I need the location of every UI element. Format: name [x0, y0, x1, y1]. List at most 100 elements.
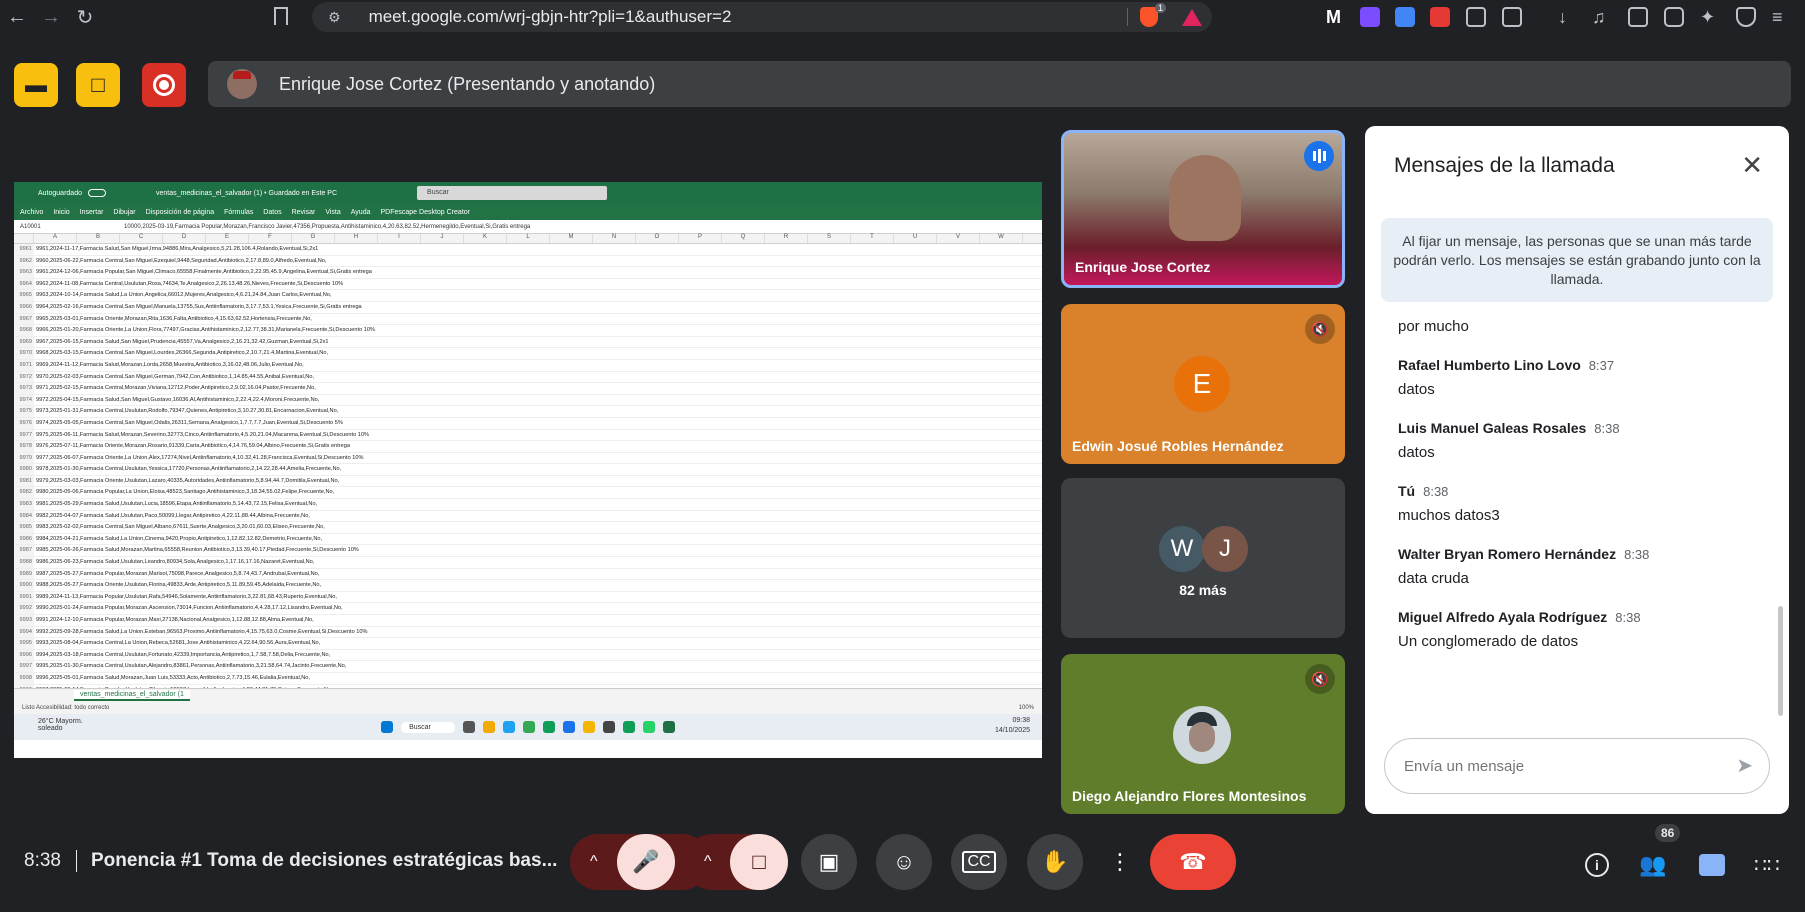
excel-menu-2: Insertar [79, 208, 104, 216]
mic-toggle-button[interactable]: 🎤 [617, 834, 675, 890]
table-row[interactable]: 9993 9991,2024-12-10,Farmacia Popular,Mor… [14, 615, 1042, 627]
more-options-button[interactable]: ⋮ [1104, 834, 1136, 890]
excel-status-bar: Listo Accesibilidad: todo correcto 100% [14, 702, 1042, 714]
participant-tile-diego[interactable]: 🔇 Diego Alejandro Flores Montesinos [1061, 654, 1345, 814]
table-row[interactable]: 9983 9981,2025-05-29,Farmacia Salud,Usulu… [14, 499, 1042, 511]
captions-button[interactable]: CC [951, 834, 1007, 890]
vpn-icon[interactable] [1736, 7, 1756, 27]
menu-icon[interactable]: ≡ [1772, 7, 1792, 27]
camera-toggle-button[interactable]: □ [730, 834, 788, 890]
present-screen-button[interactable]: ▣ [801, 834, 857, 890]
table-row[interactable]: 9981 9979,2025-03-03,Farmacia Oriente,Usu… [14, 475, 1042, 488]
excel-column-header: D [163, 234, 206, 243]
table-row[interactable]: 9987 9985,2025-06-26,Farmacia Salud,Moraz… [14, 545, 1042, 558]
table-row[interactable]: 9984 9982,2025-04-07,Farmacia Salud,Usulu… [14, 510, 1042, 523]
reader-icon[interactable] [1502, 7, 1522, 27]
extension-icon-translate[interactable] [1395, 7, 1415, 27]
table-row[interactable]: 9961 9961,2024-11-17,Farmacia Salud,San M… [14, 244, 1042, 256]
leo-ai-icon[interactable]: ✦ [1700, 7, 1720, 27]
presenter-bar: Enrique Jose Cortez (Presentando y anota… [208, 61, 1791, 107]
forward-icon[interactable]: → [34, 0, 68, 34]
people-button[interactable]: 👥 [1638, 850, 1668, 880]
table-row[interactable]: 9988 9986,2025-06-23,Farmacia Salud,Usulu… [14, 557, 1042, 569]
download-icon[interactable]: ↓ [1558, 7, 1578, 27]
address-bar[interactable]: ⚙ meet.google.com/wrj-gbjn-htr?pli=1&aut… [312, 2, 1212, 32]
windows-taskbar: 26°C Mayorm. soleado Buscar 09:38 14/10/… [14, 714, 1042, 740]
table-row[interactable]: 9964 9962,2024-11-08,Farmacia Central,Usu… [14, 278, 1042, 291]
table-row[interactable]: 9963 9961,2024-12-06,Farmacia Popular,San… [14, 267, 1042, 279]
avatar-initial: W [1170, 535, 1194, 562]
row-cell: 9966,2025-01-20,Farmacia Oriente,La Unio… [36, 327, 375, 334]
row-number: 9972 [14, 371, 34, 383]
table-row[interactable]: 9974 9972,2025-04-15,Farmacia Salud,San M… [14, 394, 1042, 407]
table-row[interactable]: 9989 9987,2025-05-27,Farmacia Popular,Mor… [14, 568, 1042, 581]
url-text[interactable]: meet.google.com/wrj-gbjn-htr?pli=1&authu… [369, 7, 732, 27]
table-row[interactable]: 9990 9988,2025-05-27,Farmacia Oriente,Usu… [14, 580, 1042, 592]
annotation-toolbar-button[interactable]: □ [76, 63, 120, 107]
music-icon[interactable]: ♫ [1592, 7, 1612, 27]
meeting-clock: 8:38 [24, 850, 61, 871]
stop-annotation-button[interactable]: ▬ [14, 63, 58, 107]
extension-icon-purple[interactable] [1360, 7, 1380, 27]
table-row[interactable]: 9979 9977,2025-06-07,Farmacia Oriente,La … [14, 452, 1042, 465]
table-row[interactable]: 9972 9970,2025-02-03,Farmacia Central,San… [14, 371, 1042, 384]
table-row[interactable]: 9968 9966,2025-01-20,Farmacia Oriente,La … [14, 325, 1042, 337]
site-settings-icon[interactable]: ⚙ [328, 9, 341, 26]
table-row[interactable]: 9986 9984,2025-04-21,Farmacia Salud,La Un… [14, 533, 1042, 546]
chat-scrollbar[interactable] [1778, 606, 1783, 716]
table-row[interactable]: 9976 9974,2025-05-05,Farmacia Central,San… [14, 417, 1042, 430]
reload-icon[interactable]: ↻ [68, 0, 102, 34]
table-row[interactable]: 9998 9996,2025-05-01,Farmacia Salud,Moraz… [14, 672, 1042, 685]
extension-icon-m[interactable]: M [1326, 7, 1346, 27]
recording-button[interactable] [142, 63, 186, 107]
table-row[interactable]: 9991 9989,2024-11-13,Farmacia Popular,Usu… [14, 591, 1042, 604]
table-row[interactable]: 9967 9965,2025-03-01,Farmacia Oriente,Mor… [14, 313, 1042, 326]
back-icon[interactable]: ← [0, 0, 34, 34]
meeting-info-button[interactable]: i [1582, 850, 1612, 880]
table-row[interactable]: 9980 9978,2025-01-30,Farmacia Central,Usu… [14, 464, 1042, 476]
row-cell: 9974,2025-05-05,Farmacia Central,San Mig… [36, 419, 343, 426]
table-row[interactable]: 9996 9994,2025-03-18,Farmacia Central,Usu… [14, 649, 1042, 662]
row-number: 9988 [14, 557, 34, 568]
activities-button[interactable]: ∷∷ [1752, 850, 1782, 880]
taskbar-app-icon [622, 721, 635, 733]
table-row[interactable]: 9977 9975,2025-06-11,Farmacia Salud,Moraz… [14, 429, 1042, 442]
table-row[interactable]: 9978 9976,2025-07-11,Farmacia Oriente,Mor… [14, 441, 1042, 453]
table-row[interactable]: 9962 9960,2025-06-22,Farmacia Central,San… [14, 255, 1042, 268]
taskbar-app-icon [542, 721, 555, 733]
table-row[interactable]: 9992 9990,2025-01-24,Farmacia Popular,Mor… [14, 603, 1042, 615]
chat-input[interactable] [1404, 757, 1704, 775]
leave-call-button[interactable]: ☎ [1150, 834, 1236, 890]
table-row[interactable]: 9971 9969,2024-11-12,Farmacia Salud,Moraz… [14, 359, 1042, 372]
bookmark-icon[interactable] [274, 7, 288, 25]
table-row[interactable]: 9973 9971,2025-02-15,Farmacia Central,Mor… [14, 383, 1042, 395]
send-icon[interactable]: ➤ [1736, 753, 1753, 778]
table-row[interactable]: 9995 9993,2025-08-04,Farmacia Central,La … [14, 638, 1042, 650]
table-row[interactable]: 9965 9963,2024-10-14,Farmacia Salud,La Un… [14, 290, 1042, 302]
extensions-puzzle-icon[interactable] [1466, 7, 1486, 27]
table-row[interactable]: 9994 9992,2025-09-28,Farmacia Salud,La Un… [14, 626, 1042, 639]
extension-icon-screen[interactable] [1430, 7, 1450, 27]
table-row[interactable]: 9970 9968,2025-03-15,Farmacia Central,San… [14, 348, 1042, 360]
brave-rewards-icon[interactable] [1182, 9, 1202, 26]
participant-tile-others[interactable]: W J 82 más [1061, 478, 1345, 638]
table-row[interactable]: 9982 9980,2025-05-06,Farmacia Popular,La … [14, 487, 1042, 500]
sidebar-icon[interactable] [1628, 7, 1648, 27]
table-row[interactable]: 9966 9964,2025-02-16,Farmacia Central,San… [14, 301, 1042, 314]
row-cell: 9972,2025-04-15,Farmacia Salud,San Migue… [36, 396, 320, 403]
table-row[interactable]: 9997 9995,2025-01-30,Farmacia Central,Usu… [14, 661, 1042, 673]
participant-tile-presenter[interactable]: Enrique Jose Cortez [1061, 130, 1345, 288]
wallet-icon[interactable] [1664, 7, 1684, 27]
table-row[interactable]: 9985 9983,2025-02-02,Farmacia Central,San… [14, 522, 1042, 534]
table-row[interactable]: 99999997,2025-09-14,Farmacia Popular,Usu… [14, 684, 1042, 688]
raise-hand-button[interactable]: ✋ [1027, 834, 1083, 890]
chat-button[interactable] [1694, 850, 1730, 880]
chat-input-box[interactable]: ➤ [1384, 738, 1770, 794]
excel-menu-5: Fórmulas [224, 208, 254, 216]
close-icon[interactable]: ✕ [1741, 150, 1763, 181]
table-row[interactable]: 9969 9967,2025-06-15,Farmacia Salud,San M… [14, 336, 1042, 349]
chat-message: Miguel Alfredo Ayala Rodríguez 8:38 Un co… [1398, 609, 1768, 650]
table-row[interactable]: 9975 9973,2025-01-31,Farmacia Central,Usu… [14, 406, 1042, 418]
participant-tile-edwin[interactable]: 🔇 E Edwin Josué Robles Hernández [1061, 304, 1345, 464]
reactions-button[interactable]: ☺ [876, 834, 932, 890]
